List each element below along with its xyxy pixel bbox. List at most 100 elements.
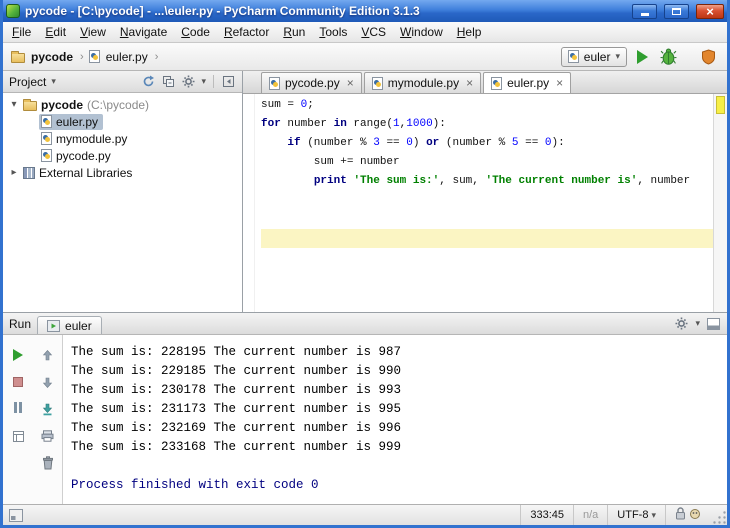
folder-icon <box>11 50 25 63</box>
menu-edit[interactable]: Edit <box>38 23 73 42</box>
code-area[interactable]: sum = 0; for number in range(1,1000): if … <box>255 94 713 312</box>
run-button[interactable] <box>631 46 653 68</box>
tree-item-pycode.py[interactable]: pycode.py <box>3 147 242 164</box>
error-stripe[interactable] <box>713 94 727 312</box>
hide-panel-icon[interactable] <box>221 74 236 89</box>
editor-tab-bar: pycode.py × mymodule.py × euler.py × <box>243 71 727 94</box>
tree-root-pycode[interactable]: ▾ pycode (C:\pycode) <box>3 96 242 113</box>
navigation-bar: pycode › euler.py › euler ▾ <box>3 43 727 71</box>
chevron-right-icon: › <box>80 50 84 63</box>
breadcrumb-file[interactable]: euler.py <box>104 49 150 65</box>
lock-icon[interactable] <box>675 507 686 523</box>
project-tool-window: Project ▾ ▾ ▾ pycode (C:\pycode) euler.p… <box>3 71 243 312</box>
breadcrumb-project[interactable]: pycode <box>29 49 75 65</box>
menu-tools[interactable]: Tools <box>312 23 354 42</box>
restore-layout-button[interactable] <box>10 428 26 444</box>
sync-icon[interactable] <box>141 74 156 89</box>
console-icon <box>47 319 61 332</box>
close-tab-icon[interactable]: × <box>347 77 354 89</box>
tree-item-euler.py[interactable]: euler.py <box>3 113 242 130</box>
tab-label: euler.py <box>507 76 550 90</box>
file-name-label: euler.py <box>56 114 99 129</box>
resize-grip[interactable] <box>710 505 727 525</box>
python-file-icon <box>567 50 579 63</box>
scroll-to-end-button[interactable] <box>40 401 56 417</box>
editor-tab-pycode.py[interactable]: pycode.py × <box>261 72 362 93</box>
rerun-button[interactable] <box>10 347 26 363</box>
pause-output-button[interactable] <box>10 401 26 417</box>
debug-button[interactable] <box>657 46 679 68</box>
tree-item-mymodule.py[interactable]: mymodule.py <box>3 130 242 147</box>
encoding-widget[interactable]: UTF-8 ▾ <box>607 505 665 525</box>
maximize-button[interactable] <box>664 3 689 19</box>
settings-gear-icon[interactable] <box>181 74 196 89</box>
close-button[interactable]: × <box>696 3 724 19</box>
editor-tab-mymodule.py[interactable]: mymodule.py × <box>363 72 482 93</box>
run-tab-label: euler <box>65 318 92 333</box>
python-file-icon <box>269 76 280 90</box>
project-panel-header: Project ▾ ▾ <box>3 71 242 93</box>
file-name-label: pycode.py <box>56 148 111 163</box>
menu-navigate[interactable]: Navigate <box>113 23 174 42</box>
clear-console-button[interactable] <box>40 455 56 471</box>
console-output[interactable]: The sum is: 228195 The current number is… <box>63 335 727 504</box>
menu-help[interactable]: Help <box>450 23 489 42</box>
tree-item-external-libraries[interactable]: ▸ External Libraries <box>3 164 242 181</box>
project-panel-title[interactable]: Project <box>9 75 46 89</box>
hide-toolwindow-icon[interactable] <box>706 316 721 331</box>
print-button[interactable] <box>40 428 56 444</box>
project-root-label: pycode <box>41 97 84 112</box>
chevron-down-icon[interactable]: ▾ <box>51 76 56 87</box>
minimize-button[interactable] <box>632 3 657 19</box>
editor[interactable]: sum = 0; for number in range(1,1000): if … <box>243 94 727 312</box>
run-configuration-name: euler <box>583 49 611 64</box>
chevron-collapsed-icon[interactable]: ▸ <box>9 167 19 178</box>
chevron-down-icon[interactable]: ▾ <box>201 76 206 87</box>
menu-code[interactable]: Code <box>174 23 217 42</box>
editor-tab-euler.py[interactable]: euler.py × <box>483 72 572 93</box>
tab-label: pycode.py <box>285 76 340 90</box>
warning-marker[interactable] <box>716 96 725 114</box>
menu-file[interactable]: File <box>5 23 38 42</box>
menu-window[interactable]: Window <box>393 23 450 42</box>
close-tab-icon[interactable]: × <box>556 77 563 89</box>
hector-inspector-icon[interactable] <box>689 507 701 523</box>
menu-run[interactable]: Run <box>276 23 312 42</box>
settings-gear-icon[interactable] <box>674 316 689 331</box>
close-tab-icon[interactable]: × <box>466 77 473 89</box>
console-line: The sum is: 232169 The current number is… <box>71 421 402 435</box>
project-tree[interactable]: ▾ pycode (C:\pycode) euler.py mymodule.py… <box>3 93 242 312</box>
maximize-icon <box>672 7 681 15</box>
code-line: for number in range(1,1000): <box>261 118 446 130</box>
chevron-expanded-icon[interactable]: ▾ <box>9 99 19 110</box>
up-stack-trace-button[interactable] <box>40 347 56 363</box>
run-tab-euler[interactable]: euler <box>37 316 102 334</box>
run-configuration-select[interactable]: euler ▾ <box>560 46 627 67</box>
chevron-down-icon[interactable]: ▾ <box>695 318 700 329</box>
console-line: The sum is: 229185 The current number is… <box>71 364 402 378</box>
menu-vcs[interactable]: VCS <box>354 23 393 42</box>
caret-position-widget[interactable]: 333:45 <box>520 505 573 525</box>
coverage-button[interactable] <box>697 46 719 68</box>
down-stack-trace-button[interactable] <box>40 374 56 390</box>
arrow-up-icon <box>42 349 53 360</box>
status-icons <box>665 505 710 525</box>
console-line: The sum is: 228195 The current number is… <box>71 345 402 359</box>
vcs-widget[interactable]: n/a <box>573 505 607 525</box>
menu-view[interactable]: View <box>73 23 113 42</box>
collapse-all-icon[interactable] <box>161 74 176 89</box>
console-line: Process finished with exit code 0 <box>71 478 319 492</box>
stop-button[interactable] <box>10 374 26 390</box>
menu-refactor[interactable]: Refactor <box>217 23 276 42</box>
run-controls-toolbar <box>3 335 33 504</box>
encoding-label: UTF-8 <box>617 509 649 521</box>
run-panel-title[interactable]: Run <box>9 317 31 331</box>
run-panel-header: Run euler ▾ <box>3 313 727 335</box>
title-bar[interactable]: pycode - [C:\pycode] - ...\euler.py - Py… <box>3 0 727 22</box>
toolwindow-switcher-icon[interactable] <box>8 508 23 523</box>
